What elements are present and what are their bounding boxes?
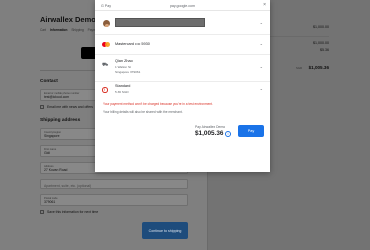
page: Airwallex Demo Cart Information Shipping… bbox=[0, 0, 370, 250]
avatar bbox=[103, 20, 110, 27]
shipping-address-title: Shipping address bbox=[40, 118, 81, 123]
store-brand: Airwallex Demo bbox=[40, 15, 96, 24]
shipping-address-line-1: 1 Walton St bbox=[115, 65, 131, 69]
shipping-method-price: 5.36 SGD bbox=[115, 90, 129, 94]
first-name-value: Gidi bbox=[44, 151, 51, 155]
email-news-label: Email me with news and offers bbox=[47, 105, 93, 109]
shipping-name: Qian Zhao bbox=[115, 59, 133, 63]
total-row: SGD $1,005.36 bbox=[296, 56, 329, 74]
shipping-method: Standard bbox=[115, 84, 131, 88]
pay-amount: $1,005.36 bbox=[195, 130, 224, 137]
email-value: test@icloud.com bbox=[44, 95, 70, 99]
pay-button[interactable]: Pay bbox=[238, 125, 264, 137]
dialog-header: G Pay pay.google.com × bbox=[95, 0, 270, 11]
card-label: Mastercard •••• 5930 bbox=[115, 42, 150, 46]
postal-value: 379061 bbox=[44, 200, 56, 204]
shipping-value: $5.36 bbox=[320, 48, 329, 52]
country-value: Singapore bbox=[44, 134, 60, 138]
shipping-address-row[interactable]: ⛟ Qian Zhao 1 Walton St Singapore 379061… bbox=[95, 55, 270, 82]
pay-to-merchant: Pay Airwallex Demo bbox=[195, 125, 226, 129]
account-row[interactable]: ⌄ bbox=[95, 11, 270, 35]
breadcrumb: Cart Information Shipping Payment bbox=[40, 28, 103, 32]
breadcrumb-shipping: Shipping bbox=[71, 28, 84, 32]
save-info-label: Save this information for next time bbox=[47, 210, 99, 214]
chevron-down-icon: ⌄ bbox=[259, 86, 263, 91]
apartment-placeholder: Apartment, suite, etc. (optional) bbox=[44, 183, 92, 188]
chevron-down-icon: ⌄ bbox=[259, 20, 263, 25]
dialog-url: pay.google.com bbox=[169, 3, 196, 8]
subtotal-value: $1,000.00 bbox=[313, 41, 329, 45]
alert-icon: ! bbox=[102, 87, 108, 93]
address-value: 27 Kovan Road bbox=[44, 168, 68, 172]
chevron-down-icon: ⌄ bbox=[259, 64, 263, 69]
total-value: $1,005.36 bbox=[308, 65, 329, 70]
contact-title: Contact bbox=[40, 79, 58, 84]
total-currency: SGD bbox=[296, 66, 303, 70]
google-pay-dialog: G Pay pay.google.com × ⌄ Mastercard ••••… bbox=[95, 0, 270, 172]
item-price: $1,000.00 bbox=[313, 25, 329, 29]
save-info-checkbox[interactable] bbox=[40, 210, 44, 214]
truck-icon: ⛟ bbox=[102, 62, 109, 68]
info-icon[interactable]: i bbox=[225, 131, 231, 137]
postal-code-field[interactable]: Postal code 379061 bbox=[40, 194, 188, 206]
chevron-down-icon: ⌄ bbox=[259, 41, 263, 46]
mastercard-icon bbox=[102, 42, 110, 47]
redacted-account-email bbox=[115, 18, 205, 27]
breadcrumb-cart[interactable]: Cart bbox=[40, 28, 46, 32]
email-news-checkbox[interactable] bbox=[40, 105, 44, 109]
billing-share-note: Your billing details will also be shared… bbox=[103, 110, 183, 114]
close-icon[interactable]: × bbox=[263, 2, 266, 8]
shipping-address-line-2: Singapore 379061 bbox=[115, 70, 141, 74]
test-environment-warning: Your payment method won't be charged bec… bbox=[103, 102, 213, 106]
payment-method-row[interactable]: Mastercard •••• 5930 ⌄ bbox=[95, 35, 270, 55]
breadcrumb-information: Information bbox=[49, 28, 68, 32]
apartment-field[interactable]: Apartment, suite, etc. (optional) bbox=[40, 179, 188, 189]
continue-to-shipping-button[interactable]: Continue to shipping bbox=[142, 222, 188, 239]
shipping-method-row[interactable]: ! Standard 5.36 SGD ⌄ bbox=[95, 82, 270, 98]
